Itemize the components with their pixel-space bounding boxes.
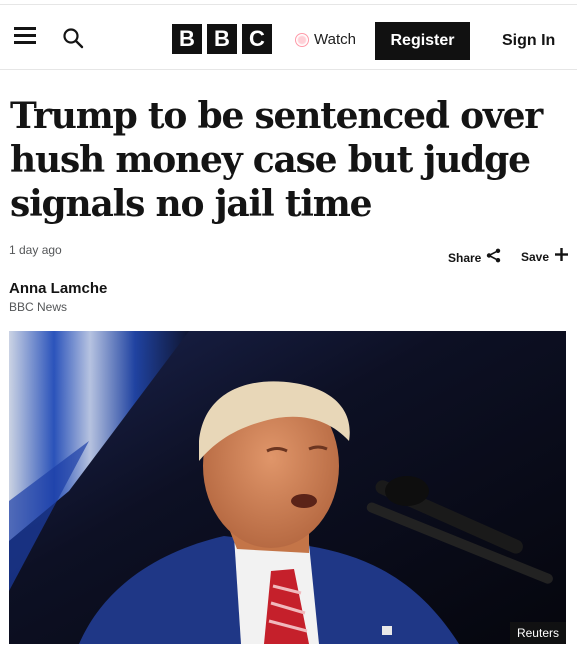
watch-label: Watch [314,31,356,48]
image-credit: Reuters [509,622,566,644]
logo-letter-b2: B [207,24,237,54]
watch-icon [295,32,309,47]
watch-link[interactable]: Watch [295,31,356,48]
save-button[interactable]: Save [521,248,569,266]
logo-letter-b1: B [172,24,202,54]
register-button[interactable]: Register [375,22,470,60]
hero-photo-illustration [9,331,566,644]
hamburger-menu-icon[interactable] [14,27,36,45]
article-headline: Trump to be sentenced over hush money ca… [10,95,543,225]
save-label: Save [521,250,550,264]
plus-icon [555,248,569,266]
search-icon[interactable] [62,27,84,49]
hero-image: Reuters [9,331,566,644]
author-outlet: BBC News [9,300,68,314]
logo-letter-c: C [242,24,272,54]
article-timestamp: 1 day ago [9,243,62,257]
top-navigation-bar: B B C Watch Register Sign In [0,4,577,70]
bbc-logo[interactable]: B B C [172,24,272,54]
author-name[interactable]: Anna Lamche [9,280,107,297]
sign-in-link[interactable]: Sign In [502,32,555,50]
share-label: Share [448,251,482,265]
share-icon [486,248,501,268]
share-button[interactable]: Share [448,248,501,268]
